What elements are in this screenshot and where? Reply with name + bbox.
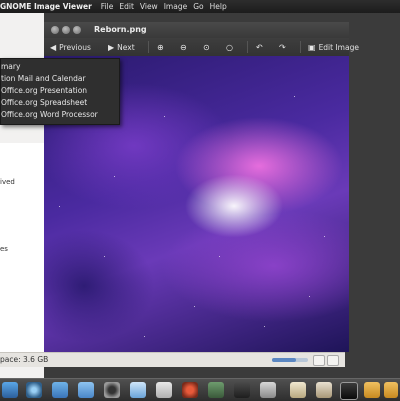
edit-image-button[interactable]: ▣ Edit Image	[308, 41, 359, 53]
star	[194, 306, 195, 307]
rotate-right-button[interactable]: ↷	[279, 41, 289, 53]
menu-item[interactable]: tion Mail and Calendar	[1, 74, 86, 86]
toolbar-separator	[300, 41, 301, 53]
toolbar: ◀ Previous ▶ Next ⊕ ⊖ ⊙ ○ ↶ ↷ ▣ Edit Ima…	[44, 38, 359, 57]
folder-icon[interactable]	[364, 382, 380, 398]
menu-view[interactable]: View	[140, 2, 158, 11]
star	[309, 296, 310, 297]
display-icon[interactable]	[208, 382, 224, 398]
droplet-icon[interactable]	[130, 382, 146, 398]
toolbar-separator	[148, 41, 149, 53]
package-icon[interactable]	[156, 382, 172, 398]
rotate-left-button[interactable]: ↶	[256, 41, 266, 53]
menu-item[interactable]: Office.org Word Processor	[1, 110, 98, 122]
folder-icon[interactable]	[52, 382, 68, 398]
menu-item[interactable]: Office.org Spreadsheet	[1, 98, 87, 110]
zoom-out-icon: ⊖	[180, 42, 187, 52]
media-icon[interactable]	[182, 382, 198, 398]
close-icon[interactable]	[51, 26, 59, 34]
zoom-in-button[interactable]: ⊕	[157, 41, 167, 53]
previous-label: Previous	[59, 42, 91, 52]
next-label: Next	[117, 42, 135, 52]
toolbar-separator	[247, 41, 248, 53]
zoom-in-icon: ⊕	[157, 42, 164, 52]
menu-item-label: Office.org Spreadsheet	[1, 98, 88, 107]
star	[114, 176, 115, 177]
webcam-icon[interactable]	[104, 382, 120, 398]
zoom-normal-button[interactable]: ⊙	[203, 41, 213, 53]
status-bar: pace: 3.6 GB	[0, 352, 345, 367]
application-menu-popup: mary tion Mail and Calendar Office.org P…	[0, 58, 120, 125]
notes-icon[interactable]	[316, 382, 332, 398]
menu-item-label: mary	[1, 62, 21, 71]
menu-file[interactable]: File	[101, 2, 114, 11]
dock	[0, 378, 400, 401]
calculator-icon[interactable]	[290, 382, 306, 398]
menu-item-label: tion Mail and Calendar	[1, 74, 86, 83]
rotate-left-icon: ↶	[256, 42, 263, 52]
chess-icon[interactable]	[234, 382, 250, 398]
zoom-slider-fill	[272, 358, 296, 362]
next-button[interactable]: ▶ Next	[108, 41, 135, 53]
free-space-label: pace: 3.6 GB	[0, 355, 49, 364]
minimize-icon[interactable]	[62, 26, 70, 34]
menu-help[interactable]: Help	[210, 2, 227, 11]
maximize-icon[interactable]	[73, 26, 81, 34]
menu-item[interactable]: Office.org Presentation	[1, 86, 87, 98]
zoom-normal-icon: ⊙	[203, 42, 210, 52]
finder-icon[interactable]	[78, 382, 94, 398]
star	[164, 116, 165, 117]
star	[294, 96, 295, 97]
window-title: Reborn.png	[94, 25, 147, 34]
star	[144, 336, 145, 337]
arrow-right-icon: ▶	[108, 42, 115, 52]
menu-item-label: Office.org Presentation	[1, 86, 88, 95]
zoom-fit-button[interactable]: ○	[226, 41, 236, 53]
sidebar-item-files[interactable]: es	[0, 245, 8, 253]
top-panel: GNOME Image Viewer File Edit View Image …	[0, 0, 400, 13]
star	[324, 236, 325, 237]
folder-icon[interactable]	[384, 382, 398, 398]
browser-icon[interactable]	[2, 382, 18, 398]
previous-button[interactable]: ◀ Previous	[50, 41, 91, 53]
suit-icon[interactable]	[260, 382, 276, 398]
menu-image[interactable]: Image	[164, 2, 188, 11]
menu-edit[interactable]: Edit	[119, 2, 134, 11]
zoom-fit-icon: ○	[226, 42, 233, 52]
zoom-out-button[interactable]: ⊖	[180, 41, 190, 53]
star	[104, 256, 105, 257]
zoom-out-button[interactable]	[313, 355, 325, 366]
arrow-left-icon: ◀	[50, 42, 57, 52]
eye-icon[interactable]	[26, 382, 42, 398]
rotate-right-icon: ↷	[279, 42, 286, 52]
star	[264, 326, 265, 327]
zoom-slider[interactable]	[272, 358, 308, 362]
menu-item[interactable]: mary	[1, 62, 20, 74]
star	[59, 206, 60, 207]
zoom-in-button[interactable]	[327, 355, 339, 366]
menu-go[interactable]: Go	[193, 2, 203, 11]
file-list-area	[0, 143, 44, 363]
app-name: GNOME Image Viewer	[0, 2, 92, 11]
titlebar: Reborn.png	[44, 22, 349, 38]
star	[219, 256, 220, 257]
menu-item-label: Office.org Word Processor	[1, 110, 98, 119]
edit-image-icon: ▣	[308, 42, 316, 52]
edit-image-label: Edit Image	[318, 42, 359, 52]
sidebar-item-received[interactable]: ived	[0, 178, 15, 186]
terminal-icon[interactable]	[340, 382, 358, 400]
